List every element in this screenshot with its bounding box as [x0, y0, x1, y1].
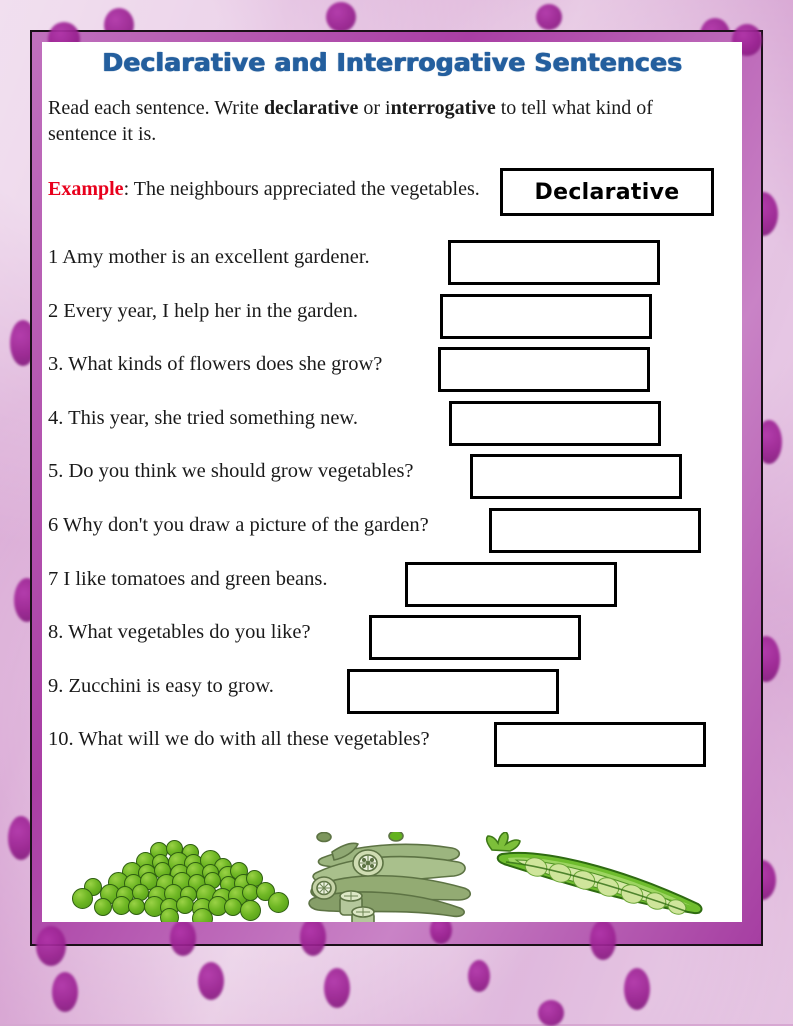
question-text: 2 Every year, I help her in the garden. — [48, 299, 358, 322]
answer-box[interactable] — [440, 293, 652, 339]
pea-icon — [176, 896, 194, 914]
answer-box[interactable] — [347, 668, 559, 714]
question-row: 9. Zucchini is easy to grow. — [48, 667, 742, 721]
question-text: 8. What vegetables do you like? — [48, 621, 311, 644]
instructions-bold-interrogative: nterrogative — [390, 97, 496, 119]
peas-pile-illustration — [54, 832, 294, 922]
question-text: 5. Do you think we should grow vegetable… — [48, 460, 414, 483]
border-blob-icon — [170, 920, 196, 956]
question-text: 1 Amy mother is an excellent gardener. — [48, 246, 370, 268]
answer-box[interactable] — [489, 508, 701, 553]
border-blob-icon — [324, 968, 350, 1008]
answer-box[interactable] — [369, 615, 581, 661]
pea-icon — [268, 892, 289, 913]
border-blob-icon — [198, 962, 224, 1000]
example-row: Example: The neighbours appreciated the … — [48, 168, 738, 224]
border-blob-icon — [536, 4, 562, 30]
border-blob-icon — [300, 918, 326, 956]
border-blob-icon — [36, 926, 66, 966]
question-text: 10. What will we do with all these veget… — [48, 728, 430, 751]
example-label: Example — [48, 178, 124, 200]
answer-box[interactable] — [438, 347, 650, 393]
pea-pod-illustration — [472, 831, 732, 922]
border-blob-icon — [326, 2, 356, 32]
okra-svg — [308, 830, 471, 922]
pea-icon — [160, 908, 179, 922]
instructions-part2: or i — [358, 97, 391, 119]
question-text: 6 Why don't you draw a picture of the ga… — [48, 514, 429, 536]
question-row: 8. What vegetables do you like? — [48, 613, 742, 667]
question-row: 3. What kinds of flowers does she grow? — [48, 345, 742, 399]
pea-icon — [128, 898, 145, 915]
answer-box[interactable] — [449, 400, 661, 446]
pea-icon — [72, 888, 93, 909]
instructions-bold-declarative: declarative — [263, 97, 359, 119]
question-row: 6 Why don't you draw a picture of the ga… — [48, 506, 742, 560]
example-separator: : — [123, 178, 134, 200]
border-blob-icon — [590, 920, 616, 960]
example-answer-box[interactable]: Declarative — [500, 168, 714, 216]
pea-icon — [240, 900, 261, 921]
okra-illustration — [292, 830, 482, 922]
instructions-part1: Read each sentence. Write — [48, 97, 264, 119]
question-row: 7 I like tomatoes and green beans. — [48, 560, 742, 614]
question-text: 3. What kinds of flowers does she grow? — [48, 353, 383, 376]
question-row: 10. What will we do with all these veget… — [48, 720, 742, 774]
instructions-text: Read each sentence. Write declarative or… — [48, 95, 688, 147]
question-row: 4. This year, she tried something new. — [48, 399, 742, 453]
border-blob-icon — [468, 960, 490, 992]
question-text: 9. Zucchini is easy to grow. — [48, 674, 274, 697]
answer-box[interactable] — [405, 561, 617, 607]
example-sentence: Example: The neighbours appreciated the … — [48, 178, 480, 201]
question-row: 5. Do you think we should grow vegetable… — [48, 452, 742, 506]
example-sentence-text: The neighbours appreciated the vegetable… — [133, 178, 480, 200]
pea-pod-svg — [485, 831, 703, 915]
answer-box[interactable] — [448, 240, 660, 285]
question-text: 7 I like tomatoes and green beans. — [48, 567, 328, 590]
pea-icon — [94, 898, 112, 916]
vegetable-illustrations — [42, 830, 742, 922]
border-blob-icon — [624, 968, 650, 1010]
example-answer-text: Declarative — [534, 179, 680, 205]
pea-icon — [224, 898, 242, 916]
pea-icon — [192, 908, 213, 922]
question-row: 1 Amy mother is an excellent gardener. — [48, 238, 742, 292]
border-blob-icon — [538, 1000, 564, 1026]
question-text: 4. This year, she tried something new. — [48, 406, 359, 429]
answer-box[interactable] — [494, 722, 706, 768]
worksheet-page: Declarative and Interrogative Sentences … — [0, 0, 793, 1026]
answer-box[interactable] — [470, 454, 682, 500]
border-blob-icon — [52, 972, 78, 1012]
worksheet-sheet: Declarative and Interrogative Sentences … — [42, 42, 742, 922]
page-title: Declarative and Interrogative Sentences — [102, 48, 682, 77]
question-row: 2 Every year, I help her in the garden. — [48, 292, 742, 346]
